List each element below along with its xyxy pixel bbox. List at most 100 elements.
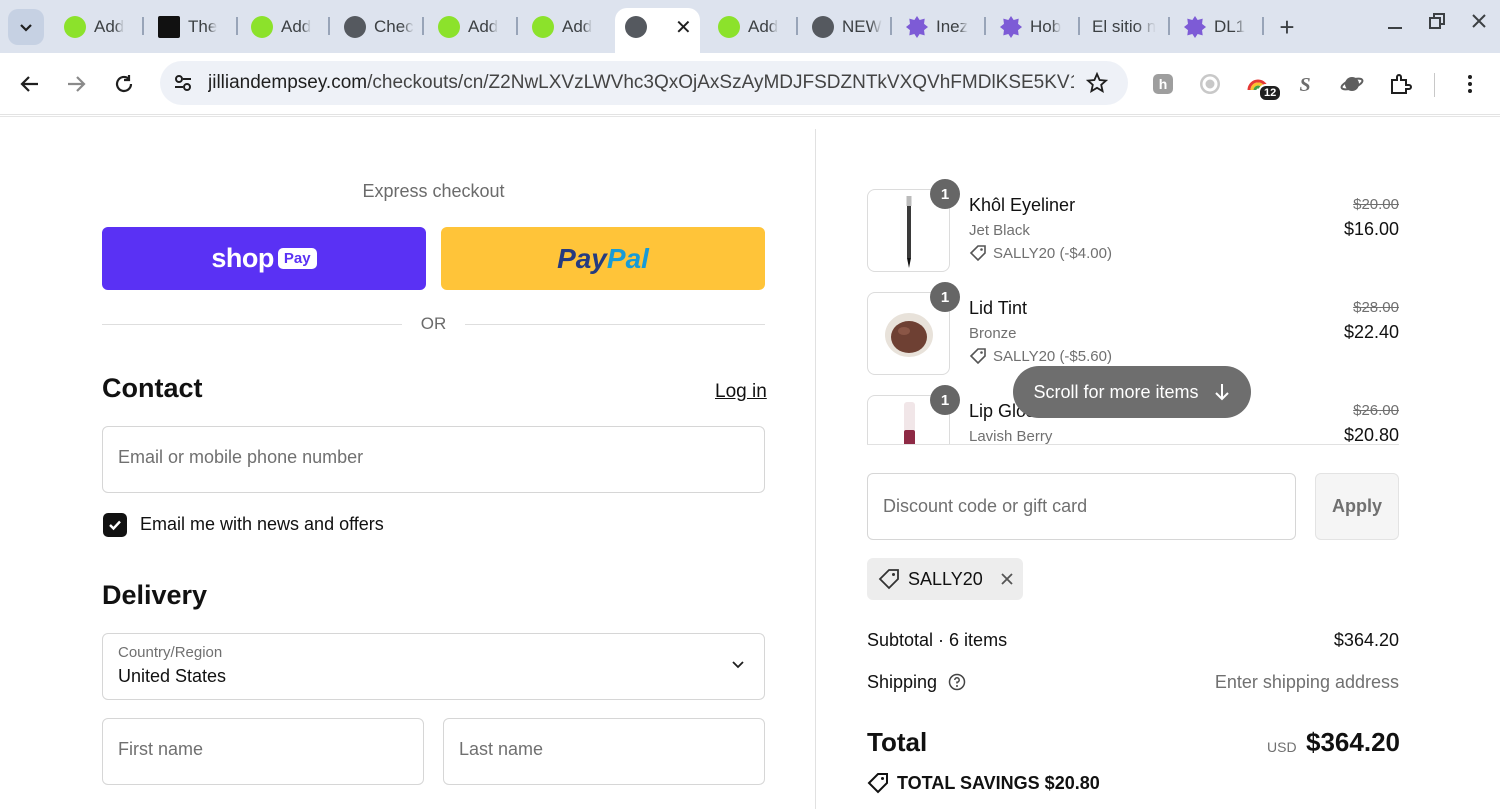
discount-code-input[interactable]: Discount code or gift card bbox=[867, 473, 1296, 540]
quantity-badge: 1 bbox=[930, 282, 960, 312]
tag-icon bbox=[969, 245, 986, 262]
browser-tab[interactable]: Add bbox=[241, 8, 333, 46]
total-savings-text: TOTAL SAVINGS $20.80 bbox=[897, 772, 1100, 793]
brand-logo-icon bbox=[158, 16, 180, 38]
tab-label: NEW bbox=[842, 17, 882, 36]
tab-label: Add bbox=[468, 17, 499, 36]
news-checkbox-label: Email me with news and offers bbox=[140, 514, 384, 534]
shipping-row: Shipping Enter shipping address bbox=[867, 672, 1399, 693]
browser-tab[interactable]: Add bbox=[428, 8, 520, 46]
quantity-badge: 1 bbox=[930, 385, 960, 415]
tab-label: El sitio n bbox=[1092, 17, 1157, 36]
extension-c-icon[interactable] bbox=[1196, 70, 1224, 98]
browser-tab[interactable]: Hob bbox=[990, 8, 1078, 46]
globe-icon bbox=[625, 16, 647, 38]
shop-pay-button[interactable]: shop Pay bbox=[102, 227, 426, 290]
login-link[interactable]: Log in bbox=[715, 381, 767, 403]
reload-icon bbox=[115, 75, 133, 93]
item-variant: Bronze bbox=[969, 325, 1017, 342]
delivery-heading: Delivery bbox=[102, 580, 208, 610]
scroll-more-items-button[interactable]: Scroll for more items bbox=[1013, 366, 1251, 418]
shop-pay-badge: Pay bbox=[277, 248, 317, 269]
svg-text:S: S bbox=[1299, 74, 1310, 96]
tag-icon bbox=[969, 348, 986, 365]
item-variant: Jet Black bbox=[969, 222, 1030, 239]
tag-icon bbox=[878, 569, 899, 590]
extension-planet-icon[interactable] bbox=[1338, 70, 1366, 98]
total-label: Total bbox=[867, 727, 928, 757]
back-button[interactable] bbox=[14, 68, 46, 100]
item-discount: SALLY20 (-$4.00) bbox=[969, 244, 1112, 262]
extension-s-icon[interactable]: S bbox=[1291, 70, 1319, 98]
currency-code: USD bbox=[1267, 739, 1297, 755]
site-settings-icon[interactable] bbox=[162, 62, 204, 104]
country-label: Country/Region bbox=[118, 644, 223, 661]
check-logo-icon bbox=[718, 16, 740, 38]
or-label: OR bbox=[420, 314, 447, 333]
address-bar[interactable]: jilliandempsey.com/checkouts/cn/Z2NwLXVz… bbox=[160, 61, 1128, 105]
item-variant: Lavish Berry bbox=[969, 428, 1053, 445]
globe-icon bbox=[812, 16, 834, 38]
browser-toolbar: jilliandempsey.com/checkouts/cn/Z2NwLXVz… bbox=[0, 53, 1500, 115]
extension-rainbow-icon[interactable]: 12 bbox=[1244, 70, 1283, 102]
express-checkout-label: Express checkout bbox=[362, 181, 505, 201]
url-text[interactable]: jilliandempsey.com/checkouts/cn/Z2NwLXVz… bbox=[208, 72, 1074, 94]
minimize-icon[interactable] bbox=[1386, 14, 1404, 38]
browser-tab[interactable]: Inez bbox=[896, 8, 984, 46]
browser-tab-active[interactable]: ✕ bbox=[615, 8, 700, 54]
total-savings: TOTAL SAVINGS $20.80 bbox=[867, 772, 1100, 794]
remove-discount-icon[interactable] bbox=[999, 571, 1015, 587]
item-original-price: $26.00 bbox=[1353, 402, 1399, 419]
tab-label: Inez bbox=[936, 17, 969, 36]
browser-tab[interactable]: The bbox=[148, 8, 236, 46]
tab-search-button[interactable] bbox=[8, 9, 44, 45]
arrow-down-icon bbox=[1214, 384, 1229, 401]
check-logo-icon bbox=[438, 16, 460, 38]
browser-tab[interactable]: DL1 bbox=[1174, 8, 1262, 46]
item-discount: SALLY20 (-$5.60) bbox=[969, 347, 1112, 365]
close-window-icon[interactable] bbox=[1470, 12, 1488, 36]
restore-icon[interactable] bbox=[1428, 12, 1446, 36]
last-name-field[interactable]: Last name bbox=[443, 718, 765, 785]
quantity-badge: 1 bbox=[930, 179, 960, 209]
browser-tab[interactable]: NEW bbox=[802, 8, 890, 46]
extensions-puzzle-icon[interactable] bbox=[1386, 70, 1414, 98]
order-item: 1 Lid Tint Bronze SALLY20 (-$5.60) $28.0… bbox=[867, 280, 1399, 375]
new-tab-button[interactable]: + bbox=[1272, 12, 1302, 43]
extension-badge: 12 bbox=[1258, 84, 1283, 102]
chevron-down-icon bbox=[20, 24, 32, 32]
tab-label: Add bbox=[281, 17, 312, 36]
item-price: $16.00 bbox=[1343, 219, 1399, 239]
more-menu-icon[interactable] bbox=[1456, 70, 1484, 98]
extension-h-icon[interactable]: h bbox=[1149, 70, 1177, 98]
paypal-button[interactable]: Pay Pal bbox=[441, 227, 765, 290]
apply-discount-button[interactable]: Apply bbox=[1315, 473, 1399, 540]
email-field[interactable]: Email or mobile phone number bbox=[102, 426, 765, 493]
help-icon[interactable] bbox=[948, 673, 966, 691]
browser-tab[interactable]: Add bbox=[708, 8, 800, 46]
item-name: Khôl Eyeliner bbox=[969, 195, 1076, 215]
total-value: $364.20 bbox=[1306, 727, 1400, 757]
browser-tab[interactable]: El sitio n bbox=[1082, 8, 1168, 46]
url-path: /checkouts/cn/Z2NwLXVzLWVhc3QxOjAxSzAyMD… bbox=[367, 72, 1074, 93]
badge-logo-icon bbox=[1184, 16, 1206, 38]
url-host: jilliandempsey.com bbox=[208, 72, 368, 93]
country-select[interactable]: Country/Region United States bbox=[102, 633, 765, 700]
browser-tab[interactable]: Chec bbox=[334, 8, 422, 46]
news-checkbox[interactable] bbox=[103, 513, 127, 537]
reload-button[interactable] bbox=[108, 68, 140, 100]
bookmark-star-icon[interactable] bbox=[1076, 62, 1118, 104]
chevron-down-icon bbox=[732, 661, 744, 669]
browser-tab[interactable]: Add bbox=[54, 8, 146, 46]
email-placeholder: Email or mobile phone number bbox=[118, 447, 364, 467]
scroll-hint-label: Scroll for more items bbox=[1033, 381, 1199, 402]
subtotal-label: Subtotal · 6 items bbox=[867, 630, 1008, 650]
first-name-field[interactable]: First name bbox=[102, 718, 424, 785]
browser-tab[interactable]: Add bbox=[522, 8, 614, 46]
tab-strip: Add The Add Chec Add Add ✕ Add NEW Inez bbox=[0, 0, 1500, 54]
close-tab-icon[interactable]: ✕ bbox=[675, 15, 692, 40]
arrow-right-icon bbox=[68, 76, 86, 92]
applied-discount-chip: SALLY20 bbox=[867, 558, 1023, 600]
forward-button[interactable] bbox=[60, 68, 92, 100]
subtotal-value: $364.20 bbox=[1333, 630, 1399, 650]
